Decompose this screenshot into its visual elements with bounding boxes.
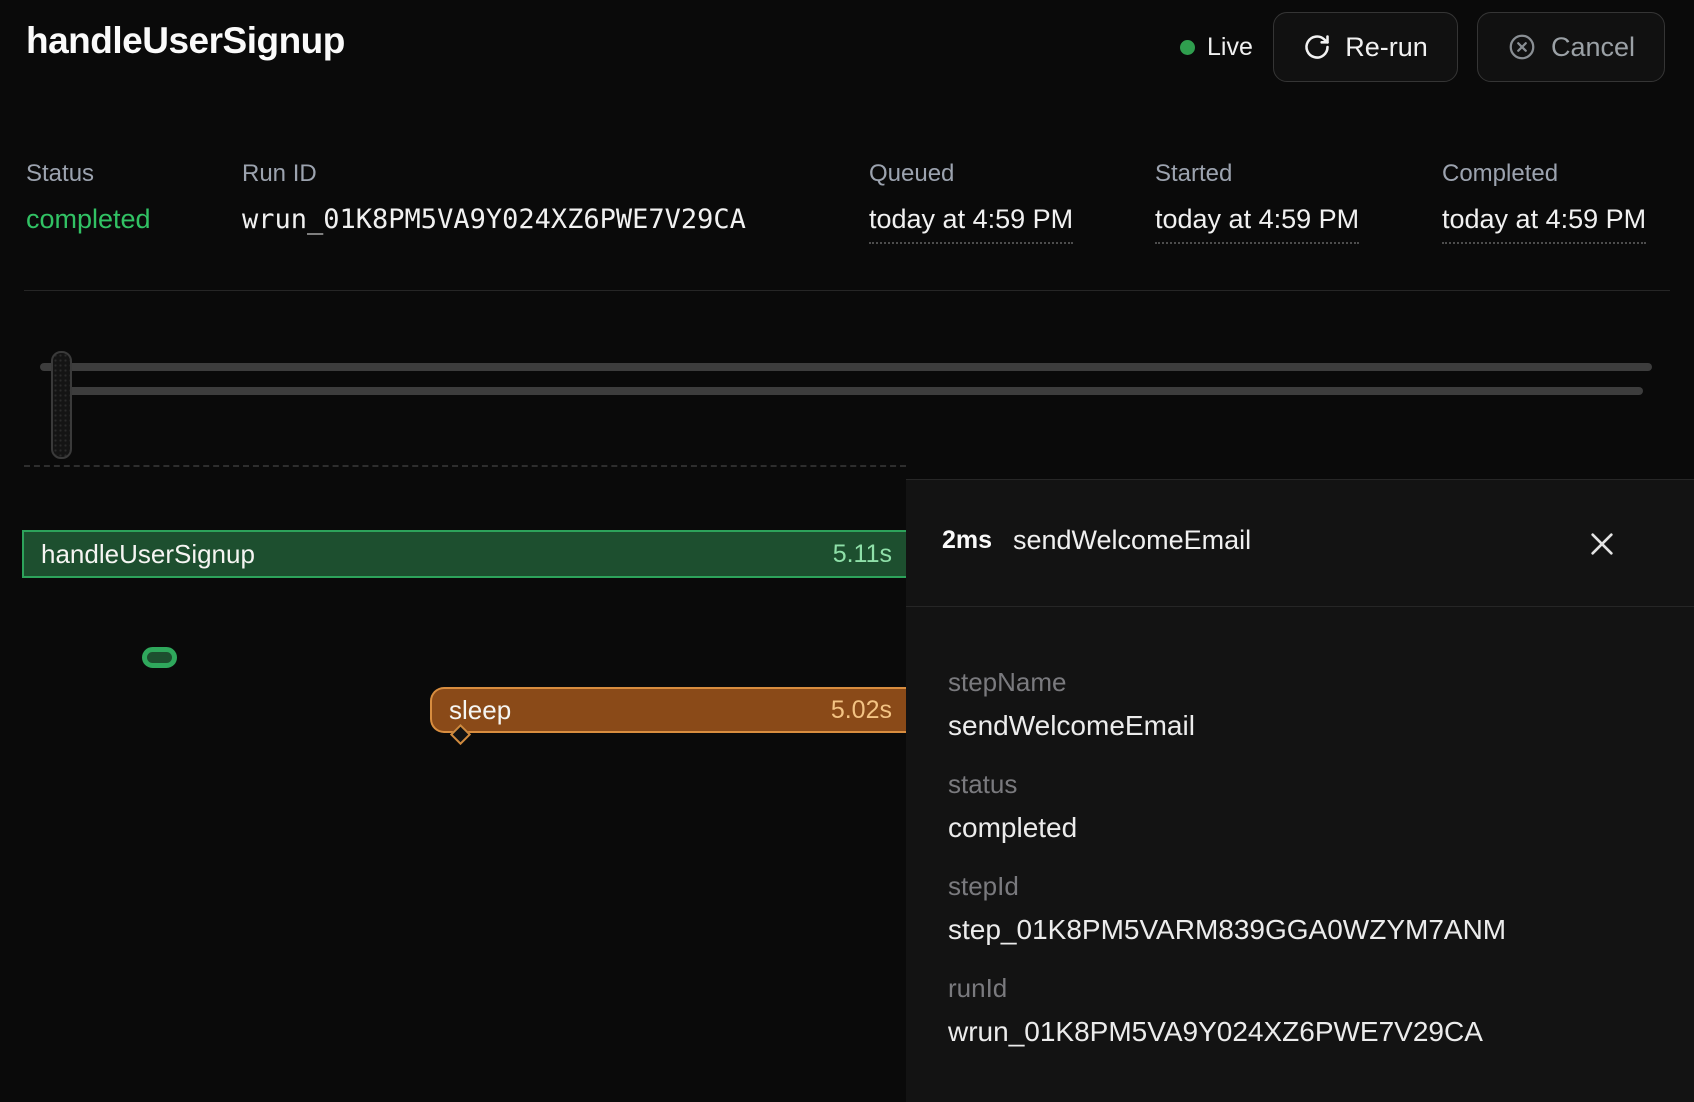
meta-run-id-label: Run ID bbox=[242, 160, 746, 188]
field-value: completed bbox=[948, 812, 1694, 844]
meta-run-id: Run ID wrun_01K8PM5VA9Y024XZ6PWE7V29CA bbox=[242, 160, 746, 235]
field-label: stepName bbox=[948, 667, 1694, 698]
field-value: step_01K8PM5VARM839GGA0WZYM7ANM bbox=[948, 914, 1694, 946]
span-name: sleep bbox=[449, 695, 511, 726]
refresh-icon bbox=[1303, 33, 1331, 61]
timeline-scrubber-handle[interactable] bbox=[51, 351, 72, 459]
step-detail-header: 2ms sendWelcomeEmail bbox=[906, 480, 1694, 607]
page-title: handleUserSignup bbox=[26, 20, 345, 62]
meta-started-label: Started bbox=[1155, 160, 1359, 188]
close-icon[interactable] bbox=[1586, 528, 1618, 560]
step-duration-badge: 2ms bbox=[942, 526, 992, 555]
meta-status: Status completed bbox=[26, 160, 151, 235]
field-label: stepId bbox=[948, 871, 1694, 902]
header-divider bbox=[24, 290, 1670, 291]
meta-completed: Completed today at 4:59 PM bbox=[1442, 160, 1646, 244]
field-label: runId bbox=[948, 973, 1694, 1004]
run-id-value: wrun_01K8PM5VA9Y024XZ6PWE7V29CA bbox=[242, 204, 746, 235]
field-stepId: stepId step_01K8PM5VARM839GGA0WZYM7ANM bbox=[948, 871, 1694, 946]
span-bar-handleUserSignup[interactable]: handleUserSignup 5.11s bbox=[22, 530, 906, 578]
minimap-divider bbox=[24, 465, 906, 467]
span-bar-sleep[interactable]: sleep 5.02s bbox=[430, 687, 906, 733]
queued-time-value[interactable]: today at 4:59 PM bbox=[869, 204, 1073, 244]
run-status-value: completed bbox=[26, 204, 151, 235]
cancel-label: Cancel bbox=[1551, 32, 1635, 63]
meta-queued: Queued today at 4:59 PM bbox=[869, 160, 1073, 244]
cancel-button[interactable]: Cancel bbox=[1477, 12, 1665, 82]
field-value: wrun_01K8PM5VA9Y024XZ6PWE7V29CA bbox=[948, 1016, 1694, 1048]
meta-started: Started today at 4:59 PM bbox=[1155, 160, 1359, 244]
rerun-button[interactable]: Re-run bbox=[1273, 12, 1458, 82]
field-status: status completed bbox=[948, 769, 1694, 844]
span-duration: 5.11s bbox=[833, 540, 892, 569]
live-indicator: Live bbox=[1180, 33, 1253, 62]
live-dot-icon bbox=[1180, 40, 1195, 55]
step-detail-body: stepName sendWelcomeEmail status complet… bbox=[906, 607, 1694, 1048]
rerun-label: Re-run bbox=[1345, 32, 1428, 63]
step-detail-panel: 2ms sendWelcomeEmail stepName sendWelcom… bbox=[906, 479, 1694, 1102]
span-duration: 5.02s bbox=[831, 696, 892, 725]
completed-time-value[interactable]: today at 4:59 PM bbox=[1442, 204, 1646, 244]
minimap-span-sleep bbox=[60, 387, 1643, 395]
field-stepName: stepName sendWelcomeEmail bbox=[948, 667, 1694, 742]
field-runId: runId wrun_01K8PM5VA9Y024XZ6PWE7V29CA bbox=[948, 973, 1694, 1048]
step-detail-title: sendWelcomeEmail bbox=[1013, 525, 1251, 556]
field-label: status bbox=[948, 769, 1694, 800]
span-pill-sendWelcomeEmail[interactable] bbox=[142, 647, 177, 668]
minimap-span-workflow bbox=[40, 363, 1652, 371]
live-label: Live bbox=[1207, 33, 1253, 62]
circle-x-icon bbox=[1507, 32, 1537, 62]
meta-status-label: Status bbox=[26, 160, 151, 188]
meta-queued-label: Queued bbox=[869, 160, 1073, 188]
workflow-run-page: handleUserSignup Live Re-run Cancel Stat… bbox=[0, 0, 1694, 1102]
span-name: handleUserSignup bbox=[41, 539, 255, 570]
started-time-value[interactable]: today at 4:59 PM bbox=[1155, 204, 1359, 244]
field-value: sendWelcomeEmail bbox=[948, 710, 1694, 742]
meta-completed-label: Completed bbox=[1442, 160, 1646, 188]
